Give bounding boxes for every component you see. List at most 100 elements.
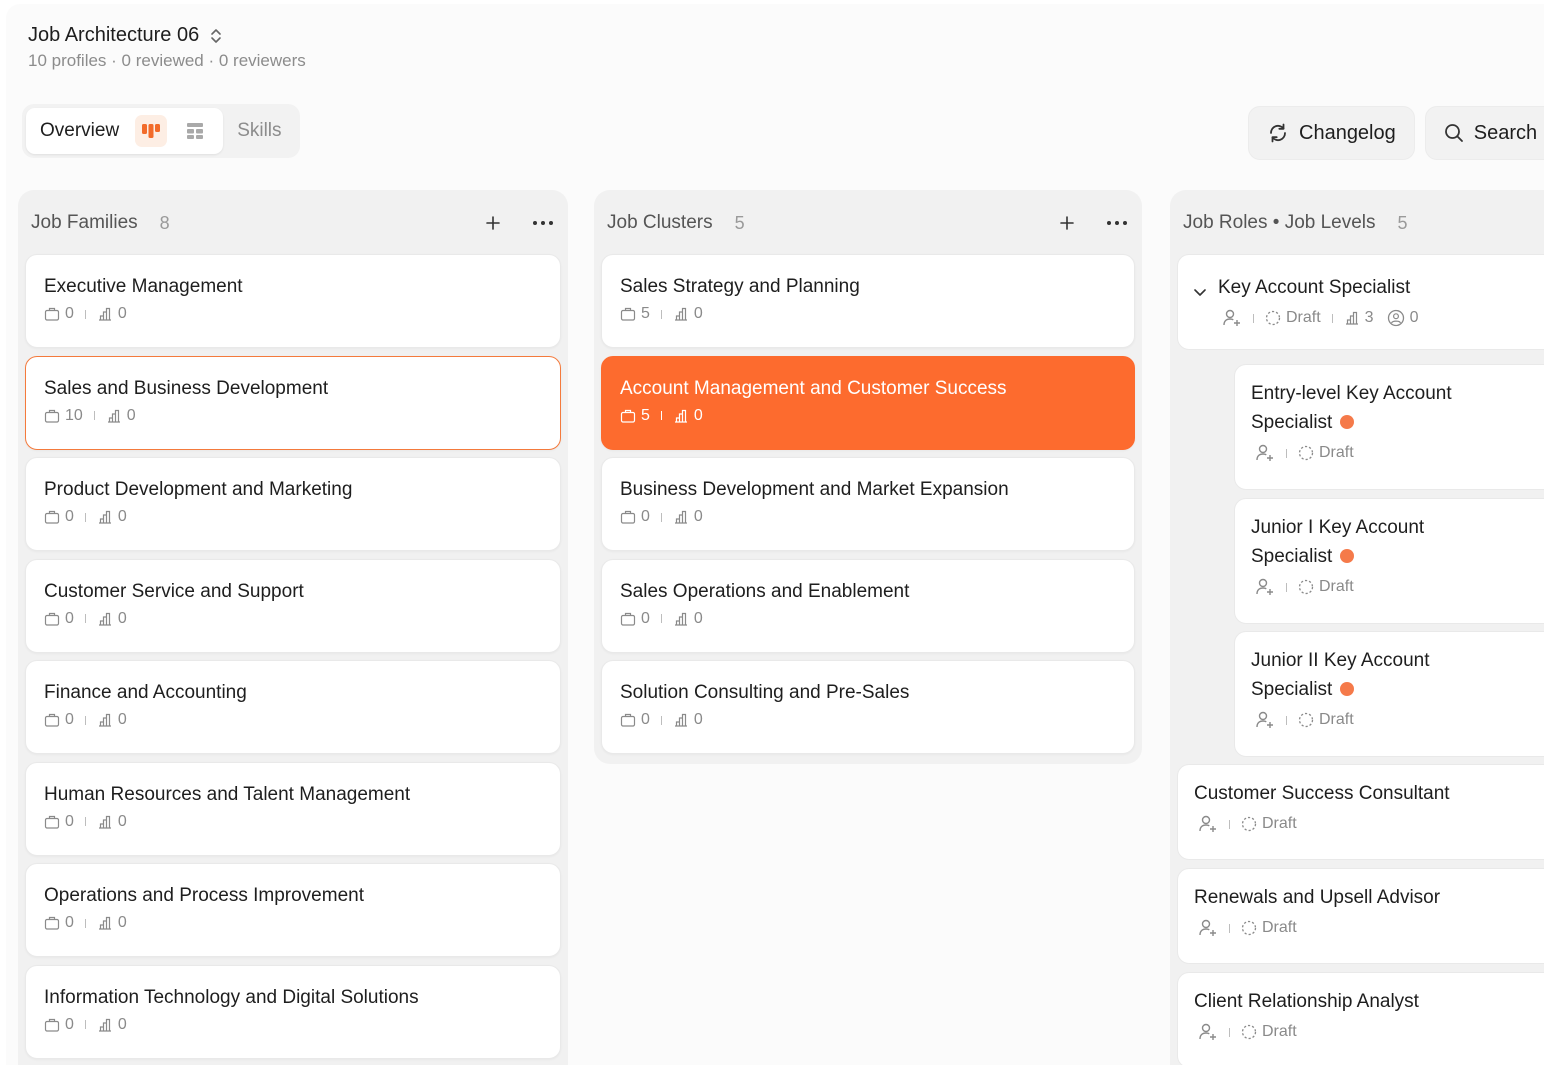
card-meta: 10 0 — [44, 407, 542, 425]
column-count: 5 — [734, 212, 745, 233]
family-card[interactable]: Executive Management 0 0 — [25, 254, 561, 348]
job-clusters-column: Job Clusters 5 Sales Strategy and Planni… — [594, 190, 1142, 764]
chevron-up-down-icon[interactable] — [209, 26, 223, 46]
profile-count: 0 — [641, 508, 650, 525]
grid-view-button[interactable] — [179, 115, 211, 147]
card-title: Executive Management — [44, 276, 243, 297]
family-card[interactable]: Finance and Accounting 0 0 — [25, 660, 561, 754]
cluster-card[interactable]: Solution Consulting and Pre-Sales 0 0 — [601, 660, 1135, 754]
view-tabs: Overview Skills — [22, 104, 300, 158]
family-card[interactable]: Sales and Business Development 10 0 — [25, 355, 561, 450]
family-card[interactable]: Information Technology and Digital Solut… — [25, 964, 561, 1059]
cluster-card[interactable]: Account Management and Customer Success … — [601, 355, 1135, 450]
card-title: Human Resources and Talent Management — [44, 783, 411, 805]
card-title: Sales and Business Development — [44, 377, 329, 399]
card-title: Sales Operations and Enablement — [620, 580, 910, 602]
role-card[interactable]: Client Relationship Analyst Draft — [1177, 972, 1544, 1065]
role-meta: Draft — [1194, 814, 1544, 834]
draft-status-icon — [1298, 712, 1314, 728]
level-title: Junior II Key Account Specialist — [1251, 650, 1430, 700]
levels-icon — [107, 409, 120, 423]
draft-status-icon — [1241, 816, 1257, 832]
draft-status-icon — [1241, 1024, 1257, 1040]
cluster-card[interactable]: Business Development and Market Expansio… — [601, 457, 1135, 551]
level-count: 0 — [117, 914, 127, 931]
family-card[interactable]: Human Resources and Talent Management 0 … — [25, 761, 561, 856]
level-count: 0 — [693, 406, 703, 424]
card-meta: 5 0 — [620, 305, 1116, 323]
column-title: Job Clusters — [607, 212, 713, 233]
level-count: 0 — [693, 508, 703, 525]
refresh-icon — [1270, 123, 1286, 143]
level-count: 0 — [693, 711, 703, 728]
job-level-card[interactable]: Entry-level Key Account Specialist Draft — [1234, 364, 1544, 490]
more-horizontal-icon — [1107, 221, 1127, 225]
level-count: 0 — [117, 609, 127, 627]
tab-overview[interactable]: Overview — [26, 108, 224, 154]
user-plus-icon[interactable] — [1198, 918, 1218, 938]
family-card[interactable]: Operations and Process Improvement 0 0 — [25, 863, 561, 957]
role-card[interactable]: Renewals and Upsell Advisor Draft — [1177, 868, 1544, 964]
user-plus-icon[interactable] — [1198, 1022, 1218, 1042]
card-title: Product Development and Marketing — [44, 479, 353, 500]
briefcase-icon — [620, 713, 636, 727]
family-card[interactable]: Customer Service and Support 0 0 — [25, 558, 561, 653]
role-card-key-account-specialist[interactable]: Key Account Specialist Draft 3 0 — [1177, 254, 1544, 350]
briefcase-icon — [620, 510, 636, 524]
job-level-card[interactable]: Junior II Key Account Specialist Draft — [1234, 631, 1544, 757]
user-plus-icon[interactable] — [1222, 308, 1242, 328]
column-header: Job Families 8 — [18, 190, 568, 256]
user-plus-icon[interactable] — [1255, 577, 1275, 597]
role-levels-count: 3 — [1364, 309, 1374, 326]
add-cluster-button[interactable] — [1058, 214, 1076, 232]
cluster-card[interactable]: Sales Operations and Enablement 0 0 — [601, 558, 1135, 653]
plus-icon — [1060, 216, 1074, 230]
family-more-button[interactable] — [532, 214, 554, 232]
briefcase-icon — [620, 612, 636, 626]
board-view-button[interactable] — [135, 115, 168, 147]
briefcase-icon — [44, 612, 60, 626]
levels-icon — [98, 612, 111, 626]
level-count: 0 — [117, 711, 127, 728]
draft-status-icon — [1241, 920, 1257, 936]
card-meta: 0 0 — [44, 1016, 542, 1034]
cluster-more-button[interactable] — [1106, 214, 1128, 232]
card-meta: 0 0 — [44, 711, 542, 729]
job-level-card[interactable]: Junior I Key Account Specialist Draft — [1234, 498, 1544, 624]
user-plus-icon[interactable] — [1255, 710, 1275, 730]
column-count: 8 — [159, 212, 170, 233]
family-card[interactable]: Product Development and Marketing 0 0 — [25, 457, 561, 551]
role-status: Draft — [1319, 578, 1354, 595]
job-roles-column: Job Roles • Job Levels 5 Key Account Spe… — [1170, 190, 1544, 1065]
card-title: Sales Strategy and Planning — [620, 276, 860, 297]
role-title: Key Account Specialist — [1218, 277, 1411, 298]
levels-icon — [674, 307, 687, 321]
card-title: Finance and Accounting — [44, 682, 247, 703]
add-family-button[interactable] — [484, 214, 502, 232]
role-meta: Draft — [1251, 710, 1544, 730]
card-title: Information Technology and Digital Solut… — [44, 986, 419, 1008]
card-title: Customer Service and Support — [44, 580, 304, 602]
user-plus-icon[interactable] — [1255, 443, 1275, 463]
levels-icon — [674, 612, 687, 626]
briefcase-icon — [620, 307, 636, 321]
column-count: 5 — [1397, 212, 1408, 233]
changelog-button[interactable]: Changelog — [1248, 106, 1415, 160]
role-reviewers-count: 0 — [1409, 309, 1419, 326]
profile-count: 0 — [641, 711, 650, 728]
levels-icon — [98, 307, 111, 321]
level-indicator-dot — [1340, 415, 1355, 429]
column-title: Job Roles • Job Levels — [1183, 212, 1376, 233]
briefcase-icon — [44, 1018, 60, 1032]
user-plus-icon[interactable] — [1198, 814, 1218, 834]
level-count: 0 — [117, 305, 127, 322]
search-button[interactable]: Search — [1424, 106, 1544, 160]
role-card[interactable]: Customer Success Consultant Draft — [1177, 764, 1544, 860]
architecture-switcher[interactable]: Job Architecture 06 — [28, 24, 306, 47]
chevron-down-icon[interactable] — [1194, 289, 1206, 297]
role-status: Draft — [1262, 1023, 1297, 1040]
cluster-card[interactable]: Sales Strategy and Planning 5 0 — [601, 254, 1135, 348]
tab-skills[interactable]: Skills — [223, 120, 295, 142]
card-meta: 0 0 — [620, 711, 1116, 729]
card-title: Business Development and Market Expansio… — [620, 479, 1009, 500]
